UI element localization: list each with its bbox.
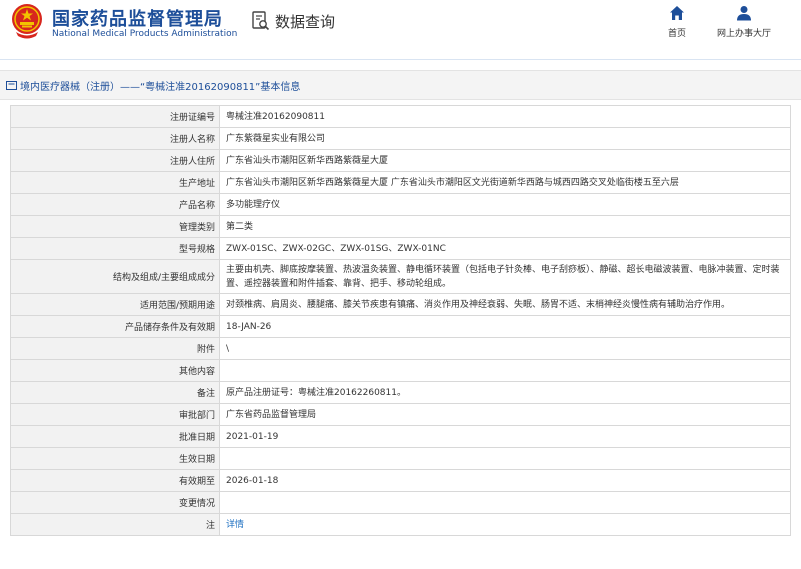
record-title-bar: 境内医疗器械（注册）——“粤械注准20162090811”基本信息 — [0, 70, 801, 100]
nav-hall-label: 网上办事大厅 — [716, 29, 771, 39]
row-label: 审批部门 — [10, 403, 220, 426]
nav-home[interactable]: 首页 — [660, 5, 694, 39]
table-row: 注册人住所 广东省汕头市潮阳区新华西路紫薇星大厦 — [10, 149, 791, 172]
folder-icon — [6, 80, 17, 90]
nav-home-label: 首页 — [667, 29, 686, 39]
table-row: 产品名称 多功能理疗仪 — [10, 193, 791, 216]
row-value: 粤械注准20162090811 — [219, 105, 791, 128]
header-divider — [0, 59, 801, 60]
table-row: 适用范围/预期用途 对颈椎病、肩周炎、腰腿痛、膝关节疾患有镇痛、消炎作用及神经衰弱… — [10, 293, 791, 316]
site-title: 国家药品监督管理局 — [52, 9, 223, 30]
nav-online-service-hall[interactable]: 网上办事大厅 — [710, 5, 778, 39]
site-subtitle: National Medical Products Administration — [52, 29, 238, 39]
data-query-section: 数据查询 — [252, 9, 335, 33]
row-value — [219, 447, 791, 470]
table-row: 有效期至 2026-01-18 — [10, 469, 791, 492]
row-value: \ — [219, 337, 791, 360]
row-label: 附件 — [10, 337, 220, 360]
table-row: 产品储存条件及有效期 18-JAN-26 — [10, 315, 791, 338]
row-label: 生产地址 — [10, 171, 220, 194]
table-row: 其他内容 — [10, 359, 791, 382]
table-row: 注册人名称 广东紫薇星实业有限公司 — [10, 127, 791, 150]
details-link[interactable]: 详情 — [226, 520, 244, 530]
row-value: 广东省汕头市潮阳区新华西路紫薇星大厦 广东省汕头市潮阳区文光街道新华西路与城西四… — [219, 171, 791, 194]
record-title: 境内医疗器械（注册）——“粤械注准20162090811”基本信息 — [20, 81, 301, 93]
section-title: 数据查询 — [275, 12, 336, 31]
row-value: 第二类 — [219, 215, 791, 238]
row-label: 型号规格 — [10, 237, 220, 260]
row-value: 广东省汕头市潮阳区新华西路紫薇星大厦 — [219, 149, 791, 172]
row-value: 广东紫薇星实业有限公司 — [219, 127, 791, 150]
row-value: 原产品注册证号：粤械注准20162260811。 — [219, 381, 791, 404]
row-label: 有效期至 — [10, 469, 220, 492]
row-label: 适用范围/预期用途 — [10, 293, 220, 316]
row-value — [219, 491, 791, 514]
row-label: 注册证编号 — [10, 105, 220, 128]
row-value: 多功能理疗仪 — [219, 193, 791, 216]
row-label: 备注 — [10, 381, 220, 404]
table-row: 备注 原产品注册证号：粤械注准20162260811。 — [10, 381, 791, 404]
national-emblem-icon — [12, 4, 42, 39]
device-info-table: 注册证编号 粤械注准20162090811 注册人名称 广东紫薇星实业有限公司 注册人住… — [10, 105, 791, 536]
table-row: 管理类别 第二类 — [10, 215, 791, 238]
document-search-icon — [252, 11, 270, 31]
table-row: 生产地址 广东省汕头市潮阳区新华西路紫薇星大厦 广东省汕头市潮阳区文光街道新华西路… — [10, 171, 791, 194]
row-label: 产品储存条件及有效期 — [10, 315, 220, 338]
row-label: 其他内容 — [10, 359, 220, 382]
table-row: 注详情 — [10, 513, 791, 536]
row-value: 2026-01-18 — [219, 469, 791, 492]
table-row: 注册证编号 粤械注准20162090811 — [10, 105, 791, 128]
table-row: 生效日期 — [10, 447, 791, 470]
row-value: 2021-01-19 — [219, 425, 791, 448]
row-label: 生效日期 — [10, 447, 220, 470]
table-row: 审批部门 广东省药品监督管理局 — [10, 403, 791, 426]
row-label: 变更情况 — [10, 491, 220, 514]
row-label: 注册人住所 — [10, 149, 220, 172]
row-label: 注册人名称 — [10, 127, 220, 150]
row-value: 广东省药品监督管理局 — [219, 403, 791, 426]
row-value: ZWX-01SC、ZWX-02GC、ZWX-01SG、ZWX-01NC — [219, 237, 791, 260]
table-row: 批准日期 2021-01-19 — [10, 425, 791, 448]
table-row: 变更情况 — [10, 491, 791, 514]
person-icon — [737, 6, 751, 21]
table-row: 结构及组成/主要组成成分 主要由机壳、脚底按摩装置、热波温灸装置、静电循环装置（包… — [10, 259, 791, 294]
row-label: 注 — [10, 513, 220, 536]
row-value: 主要由机壳、脚底按摩装置、热波温灸装置、静电循环装置（包括电子针灸棒、电子刮痧板… — [219, 259, 791, 294]
row-value: 18-JAN-26 — [219, 315, 791, 338]
table-row: 附件 \ — [10, 337, 791, 360]
row-label: 产品名称 — [10, 193, 220, 216]
home-icon — [670, 6, 684, 20]
row-value: 对颈椎病、肩周炎、腰腿痛、膝关节疾患有镇痛、消炎作用及神经衰弱、失眠、肠胃不适、… — [219, 293, 791, 316]
row-value: 详情 — [219, 513, 791, 536]
row-label: 批准日期 — [10, 425, 220, 448]
row-label: 结构及组成/主要组成成分 — [10, 259, 220, 294]
table-row: 型号规格 ZWX-01SC、ZWX-02GC、ZWX-01SG、ZWX-01NC — [10, 237, 791, 260]
row-value — [219, 359, 791, 382]
row-label: 管理类别 — [10, 215, 220, 238]
site-header: 国家药品监督管理局 National Medical Products Admi… — [0, 0, 801, 60]
